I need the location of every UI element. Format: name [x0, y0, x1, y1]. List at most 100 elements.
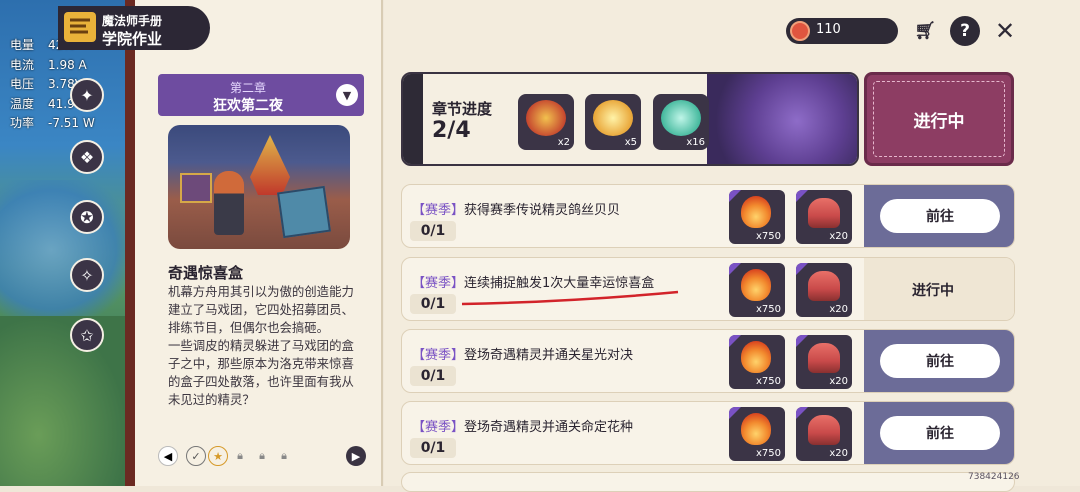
task-progress: 0/1	[410, 438, 456, 458]
in-progress-label: 进行中	[912, 283, 954, 299]
task-title: 【赛季】登场奇遇精灵并通关命定花种	[412, 416, 633, 435]
surprise-box	[277, 185, 331, 239]
player-character	[214, 171, 244, 235]
user-id: 738424126	[968, 472, 1020, 482]
task-text: 登场奇遇精灵并通关星光对决	[464, 348, 634, 363]
task-tag: 【赛季】	[412, 348, 465, 363]
story-pager: ◀ ✓ ★ 🔒︎ 🔒︎ 🔒︎ ▶	[158, 446, 370, 470]
reward-count: x750	[755, 448, 781, 459]
lock-icon: 🔒︎	[259, 449, 265, 462]
story-text: 机幕方舟用其引以为傲的创造能力建立了马戏团，它四处招募团员、排练节目，但偶尔也会…	[168, 284, 354, 407]
task-text: 登场奇遇精灵并通关命定花种	[464, 420, 634, 435]
reward-corner	[796, 335, 808, 347]
reward-corner	[796, 407, 808, 419]
go-button[interactable]: 前往	[880, 199, 1000, 233]
flame-art	[741, 341, 771, 373]
stat-label: 电量	[10, 38, 35, 52]
cake-reward-icon[interactable]: x20	[796, 407, 852, 461]
close-icon[interactable]: ✕	[990, 16, 1020, 46]
chapter-art	[707, 74, 857, 164]
task-title: 【赛季】连续捕捉触发1次大量幸运惊喜盒	[412, 272, 654, 291]
flame-reward-icon[interactable]: x750	[729, 190, 785, 244]
completed-check-icon[interactable]: ✓	[186, 446, 206, 466]
progress-label: 章节进度	[432, 100, 493, 118]
task-progress: 0/1	[410, 366, 456, 386]
chevron-down-icon[interactable]: ▼	[336, 84, 358, 106]
reward-corner	[729, 190, 741, 202]
cake-reward-icon[interactable]: x20	[796, 263, 852, 317]
lock-icon: 🔒︎	[237, 449, 243, 462]
task-row: 【赛季】登场奇遇精灵并通关星光对决 0/1 x750 x20 前往	[401, 329, 1015, 393]
chapter-number: 第二章	[229, 81, 266, 95]
task-title: 【赛季】获得赛季传说精灵鸽丝贝贝	[412, 199, 620, 218]
surprise-box	[180, 173, 212, 203]
task-row: 【赛季】登场奇遇精灵并通关命定花种 0/1 x750 x20 前往	[401, 401, 1015, 465]
circus-tent	[250, 135, 290, 195]
reward-count: x750	[755, 231, 781, 242]
reward-count: x20	[829, 376, 848, 387]
cake-art	[808, 271, 840, 301]
current-star-icon[interactable]: ★	[208, 446, 228, 466]
golden-orb-icon[interactable]: x5	[585, 94, 641, 150]
shop-cart-icon[interactable]: 🛒︎	[910, 16, 940, 46]
fruit-bundle-icon[interactable]: x2	[518, 94, 574, 150]
cake-reward-icon[interactable]: x20	[796, 335, 852, 389]
task-row-partial	[401, 472, 1015, 492]
task-tag: 【赛季】	[412, 276, 465, 291]
reward-count: x20	[829, 304, 848, 315]
flame-reward-icon[interactable]: x750	[729, 407, 785, 461]
teal-egg-icon[interactable]: x16	[653, 94, 709, 150]
flame-art	[741, 269, 771, 301]
reward-art	[593, 100, 633, 136]
cake-reward-icon[interactable]: x20	[796, 190, 852, 244]
progress-value: 2/4	[432, 118, 471, 143]
stat-label: 电流	[10, 57, 35, 72]
stat-label: 功率	[10, 116, 35, 130]
task-progress: 0/1	[410, 221, 456, 241]
go-button[interactable]: 前往	[880, 344, 1000, 378]
stat-label: 电压	[10, 77, 35, 91]
fairy-icon[interactable]: ✧	[70, 258, 104, 292]
map-water	[0, 180, 128, 320]
compass-icon[interactable]: ✦	[70, 78, 104, 112]
stat-value: -7.51 W	[48, 116, 95, 130]
reward-count: x750	[755, 304, 781, 315]
lock-icon: 🔒︎	[281, 449, 287, 462]
reward-corner	[729, 407, 741, 419]
header-title: 学院作业	[102, 30, 163, 48]
next-page-icon[interactable]: ▶	[346, 446, 366, 466]
task-row: 【赛季】获得赛季传说精灵鸽丝贝贝 0/1 x750 x20 前往	[401, 184, 1015, 248]
task-text: 获得赛季传说精灵鸽丝贝贝	[464, 203, 621, 218]
story-illustration	[168, 125, 350, 249]
flame-reward-icon[interactable]: x750	[729, 335, 785, 389]
progress-strip	[403, 74, 423, 164]
star-icon[interactable]: ✪	[70, 200, 104, 234]
reward-art	[526, 100, 566, 136]
map-icon[interactable]: ❖	[70, 140, 104, 174]
go-button[interactable]: 前往	[880, 416, 1000, 450]
reward-corner	[796, 263, 808, 275]
wand-icon[interactable]: ✩	[70, 318, 104, 352]
reward-count: x20	[829, 231, 848, 242]
chapter-status: 进行中	[864, 72, 1014, 166]
task-title: 【赛季】登场奇遇精灵并通关星光对决	[412, 344, 633, 363]
flame-art	[741, 413, 771, 445]
coin-icon	[790, 21, 810, 41]
status-text: 进行中	[913, 112, 965, 132]
help-icon[interactable]: ?	[950, 16, 980, 46]
flame-art	[741, 196, 771, 228]
chapter-name: 狂欢第二夜	[213, 98, 283, 114]
reward-count: x20	[829, 448, 848, 459]
task-text: 连续捕捉触发1次大量幸运惊喜盒	[464, 276, 655, 291]
book-spine	[125, 0, 135, 486]
book-logo-icon	[64, 12, 96, 42]
chapter-selector[interactable]: 第二章 狂欢第二夜	[158, 74, 364, 116]
task-row: 【赛季】连续捕捉触发1次大量幸运惊喜盒 0/1 x750 x20 进行中	[401, 257, 1015, 321]
story-title: 奇遇惊喜盒	[168, 264, 244, 282]
reward-count: x5	[624, 137, 637, 148]
prev-page-icon[interactable]: ◀	[158, 446, 178, 466]
stat-label: 温度	[10, 96, 35, 111]
flame-reward-icon[interactable]: x750	[729, 263, 785, 317]
reward-count: x16	[686, 137, 705, 148]
cake-art	[808, 415, 840, 445]
